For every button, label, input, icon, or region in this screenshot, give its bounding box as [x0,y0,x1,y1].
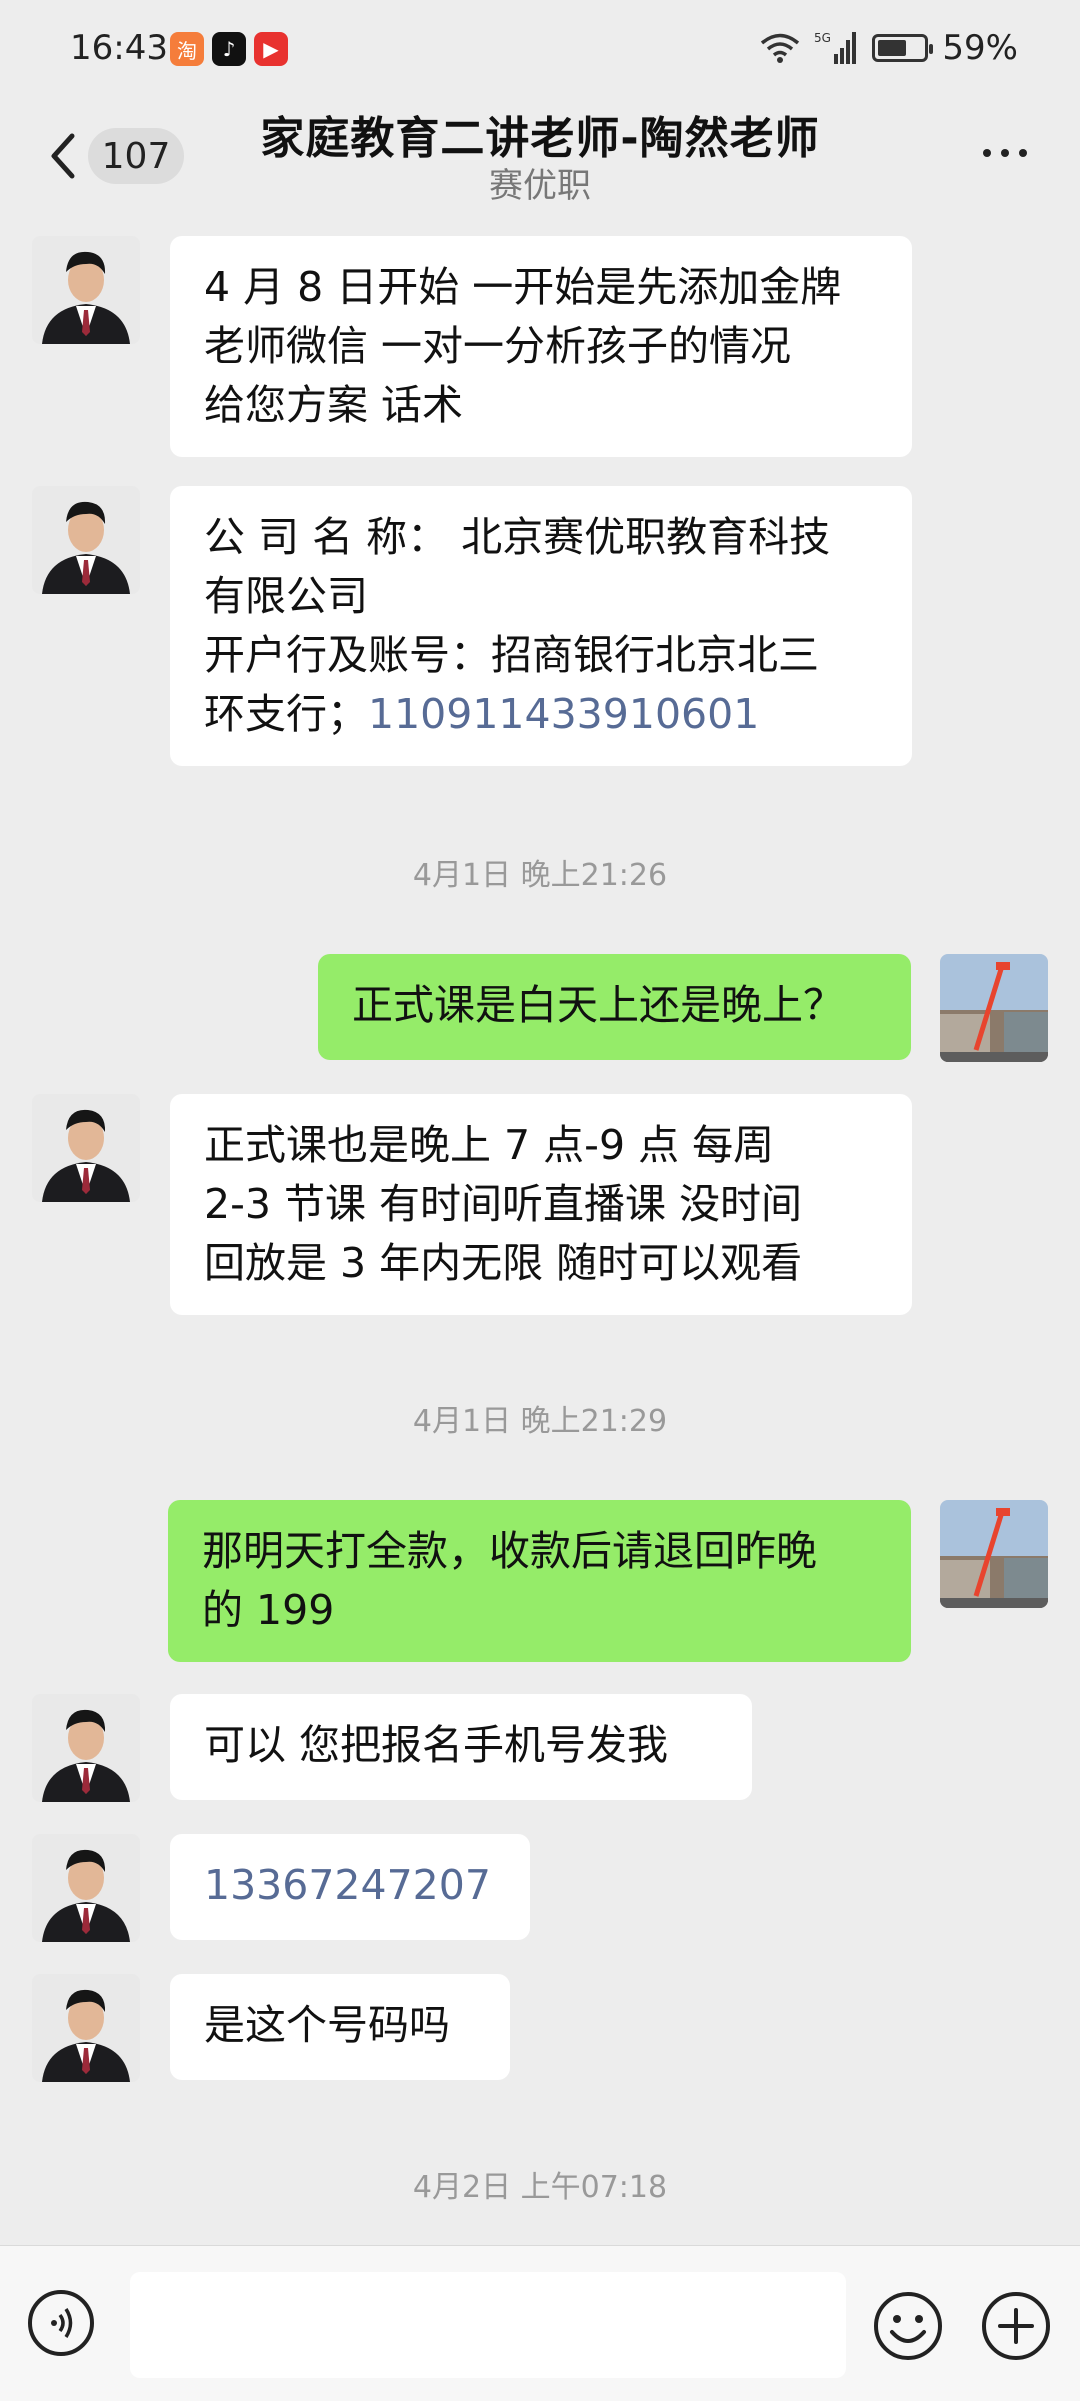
more-actions-plus-icon[interactable] [980,2290,1052,2362]
message-bubble[interactable]: 可以 您把报名手机号发我 [170,1694,752,1800]
status-bar: 16:43 淘 ♪ ▶ 5G 59% [0,0,1080,100]
chat-header: 107 家庭教育二讲老师-陶然老师 赛优职 [0,100,1080,210]
message-row: 正式课是白天上还是晚上？ [0,954,1080,1062]
timestamp: 4月2日 上午07:18 [412,2170,668,2205]
timestamp: 4月1日 晚上21:29 [412,1404,668,1439]
input-bar [0,2245,1080,2401]
message-input[interactable] [130,2272,846,2378]
emoji-icon[interactable] [872,2290,944,2362]
contact-avatar[interactable] [32,486,140,594]
message-line: 环支行；110911433910601 [204,685,878,744]
message-line: 那明天打全款，收款后请退回昨晚 [202,1527,817,1575]
signal-icon: 5G [814,31,857,64]
message-bubble[interactable]: 正式课也是晚上 7 点-9 点 每周 2-3 节课 有时间听直播课 没时间 回放… [170,1094,912,1315]
more-options-icon[interactable] [970,138,1040,168]
douyin-icon: ♪ [212,32,246,66]
message-row: 公 司 名 称： 北京赛优职教育科技 有限公司 开户行及账号：招商银行北京北三 … [0,486,1080,776]
chat-subtitle: 赛优职 [489,166,591,206]
message-bubble[interactable]: 4 月 8 日开始 一开始是先添加金牌 老师微信 一对一分析孩子的情况 给您方案… [170,236,912,457]
message-line: 可以 您把报名手机号发我 [204,1721,669,1769]
status-right: 5G 59% [760,28,1018,68]
timestamp: 4月1日 晚上21:26 [412,858,668,893]
message-line: 4 月 8 日开始 一开始是先添加金牌 [204,263,842,311]
message-bubble[interactable]: 是这个号码吗 [170,1974,510,2080]
chat-title: 家庭教育二讲老师-陶然老师 [260,113,820,164]
message-row: 13367247207 [0,1834,1080,1942]
message-row: 可以 您把报名手机号发我 [0,1694,1080,1802]
contact-avatar[interactable] [32,1694,140,1802]
contact-avatar[interactable] [32,1094,140,1202]
message-line: 给您方案 话术 [204,381,464,429]
message-line: 回放是 3 年内无限 随时可以观看 [204,1239,803,1287]
svg-text:5G: 5G [814,31,831,45]
message-line: 是这个号码吗 [204,2001,450,2049]
wifi-icon [761,33,800,63]
voice-input-icon[interactable] [28,2290,94,2356]
message-row: 那明天打全款，收款后请退回昨晚 的 199 [0,1500,1080,1670]
contact-avatar[interactable] [32,1974,140,2082]
phone-number-link[interactable]: 13367247207 [204,1861,491,1909]
message-row: 4 月 8 日开始 一开始是先添加金牌 老师微信 一对一分析孩子的情况 给您方案… [0,210,1080,457]
message-row: 是这个号码吗 [0,1974,1080,2082]
message-bubble[interactable]: 13367247207 [170,1834,530,1940]
message-bubble[interactable]: 公 司 名 称： 北京赛优职教育科技 有限公司 开户行及账号：招商银行北京北三 … [170,486,912,766]
contact-avatar[interactable] [32,236,140,344]
message-text: 环支行； [204,690,368,738]
message-bubble[interactable]: 正式课是白天上还是晚上？ [318,954,911,1060]
message-line: 正式课是白天上还是晚上？ [352,981,844,1029]
account-number-link[interactable]: 110911433910601 [368,690,759,738]
message-row: 正式课也是晚上 7 点-9 点 每周 2-3 节课 有时间听直播课 没时间 回放… [0,1094,1080,1324]
message-line: 的 199 [202,1586,335,1634]
battery-icon [872,34,934,62]
message-line: 有限公司 [204,572,368,620]
message-bubble[interactable]: 那明天打全款，收款后请退回昨晚 的 199 [168,1500,911,1662]
kuaishou-icon: ▶ [254,32,288,66]
message-line: 老师微信 一对一分析孩子的情况 [204,322,792,370]
my-avatar[interactable] [940,1500,1048,1608]
message-line: 正式课也是晚上 7 点-9 点 每周 [204,1121,775,1169]
status-time: 16:43 [70,28,168,68]
my-avatar[interactable] [940,954,1048,1062]
message-line: 公 司 名 称： 北京赛优职教育科技 [204,513,831,561]
battery-percent: 59% [942,28,1018,68]
taobao-icon: 淘 [170,32,204,66]
contact-avatar[interactable] [32,1834,140,1942]
message-line: 开户行及账号：招商银行北京北三 [204,631,819,679]
message-line: 2-3 节课 有时间听直播课 没时间 [204,1180,803,1228]
